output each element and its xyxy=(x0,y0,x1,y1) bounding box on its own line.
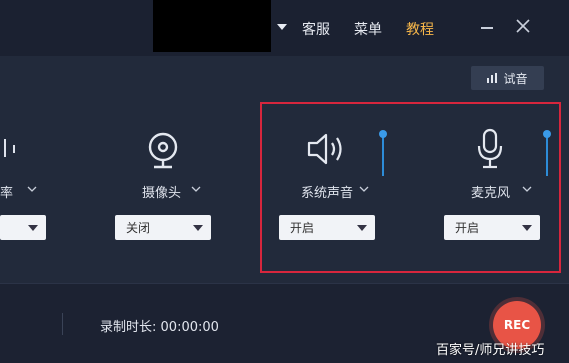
duration-value: 00:00:00 xyxy=(160,320,219,335)
audio-level-icon xyxy=(4,139,15,157)
device-label-frame-rate: 率 xyxy=(0,186,14,201)
camera-select[interactable]: 关闭 xyxy=(115,215,211,240)
close-icon[interactable] xyxy=(515,18,531,34)
divider xyxy=(62,313,63,335)
select-arrow-icon xyxy=(193,225,203,231)
minimize-icon[interactable] xyxy=(481,27,493,29)
webcam-icon xyxy=(148,132,178,169)
test-audio-button[interactable]: 试音 xyxy=(471,66,544,90)
frame-rate-select[interactable] xyxy=(0,215,46,240)
highlight-box xyxy=(260,102,561,273)
redacted-area xyxy=(153,0,271,52)
test-audio-label: 试音 xyxy=(503,71,528,86)
menu-customer-service[interactable]: 客服 xyxy=(302,19,330,39)
duration-label: 录制时长: xyxy=(100,320,157,335)
chevron-down-icon[interactable] xyxy=(27,186,37,192)
menu-main[interactable]: 菜单 xyxy=(354,19,382,39)
audio-bars-icon xyxy=(487,73,498,83)
recording-duration: 录制时长: 00:00:00 xyxy=(100,316,219,335)
dropdown-arrow-icon[interactable] xyxy=(277,24,287,30)
chevron-down-icon[interactable] xyxy=(191,186,201,192)
watermark-text: 百家号/师兄讲技巧 xyxy=(436,343,545,358)
select-arrow-icon xyxy=(28,225,38,231)
menu-tutorial[interactable]: 教程 xyxy=(406,19,434,39)
device-label-camera: 摄像头 xyxy=(142,186,182,201)
